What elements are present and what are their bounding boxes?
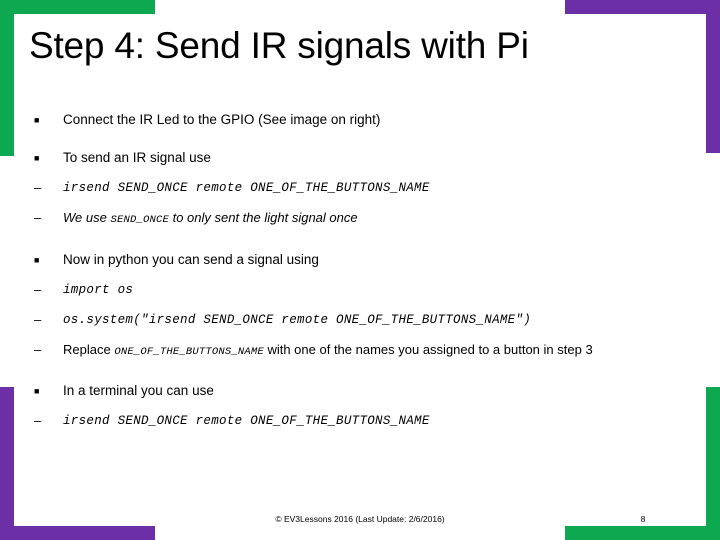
square-bullet-icon: ■ [34,153,40,163]
bullet-text: Now in python you can send a signal usin… [63,252,319,267]
slide-footer: © EV3Lessons 2016 (Last Update: 2/6/2016… [0,511,720,527]
decor-top-left-horizontal-bar [0,0,155,14]
square-bullet-icon: ■ [34,386,40,396]
slide-title: Step 4: Send IR signals with Pi [29,25,529,66]
bullet-item: ■ To send an IR signal use [30,143,690,173]
decor-top-right-vertical-bar [706,0,720,153]
code-text: import os [63,283,134,297]
decor-bottom-right-horizontal-bar [565,526,720,540]
code-text: SEND_ONCE [110,214,169,226]
bullet-item: ■ Now in python you can send a signal us… [30,245,690,275]
code-text: os.system("irsend SEND_ONCE remote ONE_O… [63,313,532,327]
dash-bullet-icon: – [34,413,42,428]
bullet-item: ■ Connect the IR Led to the GPIO (See im… [30,105,690,135]
bullet-text: We use SEND_ONCE to only sent the light … [63,203,690,235]
sub-bullet-item: – os.system("irsend SEND_ONCE remote ONE… [30,305,690,335]
page-number: 8 [640,514,646,524]
sub-bullet-item: – irsend SEND_ONCE remote ONE_OF_THE_BUT… [30,173,690,203]
code-text: irsend SEND_ONCE remote ONE_OF_THE_BUTTO… [63,414,430,428]
code-text: ONE_OF_THE_BUTTONS_NAME [114,346,264,358]
dash-bullet-icon: – [34,210,42,225]
sub-bullet-item: – import os [30,275,690,305]
decor-bottom-left-horizontal-bar [0,526,155,540]
slide-canvas: Step 4: Send IR signals with Pi ■ Connec… [0,0,720,540]
bullet-text: In a terminal you can use [63,383,214,398]
code-text: irsend SEND_ONCE remote ONE_OF_THE_BUTTO… [63,181,430,195]
dash-bullet-icon: – [34,342,42,357]
dash-bullet-icon: – [34,180,42,195]
bullet-text-suffix: to only sent the light signal once [168,210,358,225]
bullet-text-prefix: Replace [63,342,115,357]
sub-bullet-item: – irsend SEND_ONCE remote ONE_OF_THE_BUT… [30,406,690,436]
sub-bullet-item: – Replace ONE_OF_THE_BUTTONS_NAME with o… [30,335,690,368]
square-bullet-icon: ■ [34,115,40,125]
bullet-item: ■ In a terminal you can use [30,376,690,406]
bullet-text: To send an IR signal use [63,150,211,165]
bullet-text-suffix: with one of the names you assigned to a … [263,342,593,357]
dash-bullet-icon: – [34,282,42,297]
square-bullet-icon: ■ [34,255,40,265]
slide-body: ■ Connect the IR Led to the GPIO (See im… [30,105,690,436]
decor-top-right-horizontal-bar [565,0,720,14]
dash-bullet-icon: – [34,312,42,327]
decor-top-left-vertical-bar [0,0,14,156]
sub-bullet-item: – We use SEND_ONCE to only sent the ligh… [30,203,690,235]
bullet-text-prefix: We use [63,210,111,225]
bullet-text: Replace ONE_OF_THE_BUTTONS_NAME with one… [63,340,690,362]
bullet-text: Connect the IR Led to the GPIO (See imag… [63,112,381,127]
